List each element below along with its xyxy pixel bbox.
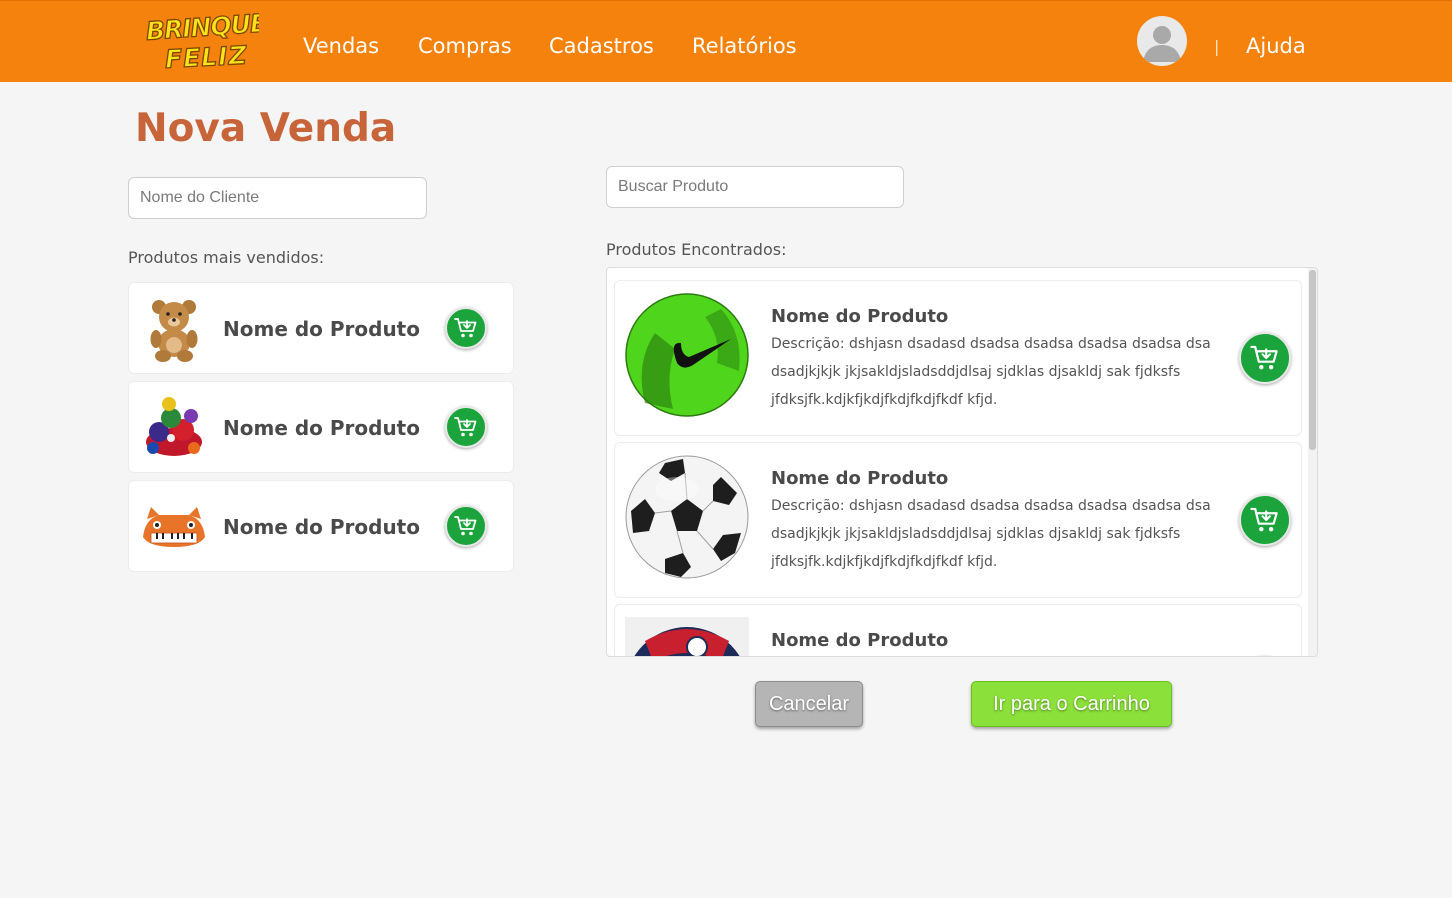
product-description: Descrição: dshjasn dsadasd dsadsa dsadsa… [771, 498, 1211, 570]
cart-plus-icon [454, 318, 477, 338]
best-sellers-label: Produtos mais vendidos: [128, 248, 325, 267]
best-seller-card: Nome do Produto [128, 381, 514, 473]
teddy-bear-image [150, 300, 198, 362]
result-card: Nome do Produto Descrição: dshjasn dsada… [614, 280, 1302, 436]
results-label: Produtos Encontrados: [606, 240, 787, 259]
cart-plus-icon [454, 516, 477, 536]
product-name: Nome do Produto [771, 306, 949, 327]
go-to-cart-button[interactable]: Ir para o Carrinho [971, 681, 1172, 727]
product-search-input[interactable] [606, 166, 904, 208]
cart-plus-icon [454, 417, 477, 437]
product-description: Descrição: dshjasn dsadasd dsadsa dsadsa… [771, 336, 1211, 408]
result-card: Nome do Produto Descrição: dshjasn dsada… [614, 442, 1302, 598]
cart-plus-icon [1250, 345, 1278, 370]
page-title: Nova Venda [135, 106, 397, 151]
nav-relatorios[interactable]: Relatórios [692, 34, 797, 58]
nav-compras[interactable]: Compras [418, 34, 512, 58]
product-name: Nome do Produto [223, 515, 420, 539]
svg-text:FELIZ: FELIZ [164, 41, 248, 73]
header-separator: | [1214, 37, 1220, 56]
results-list[interactable]: Nome do Produto Descrição: dshjasn dsada… [606, 267, 1318, 657]
cart-plus-icon [1250, 507, 1278, 532]
add-to-cart-button[interactable] [1239, 656, 1291, 657]
psg-ball-image [625, 617, 749, 656]
cat-piano-toy-image [143, 507, 205, 547]
client-name-input[interactable] [128, 177, 427, 219]
product-name: Nome do Produto [223, 416, 420, 440]
best-seller-card: Nome do Produto [128, 282, 514, 374]
scrollbar-thumb[interactable] [1309, 270, 1316, 450]
add-to-cart-button[interactable] [445, 406, 487, 448]
nav-vendas[interactable]: Vendas [303, 34, 379, 58]
result-card: Nome do Produto [614, 604, 1302, 657]
add-to-cart-button[interactable] [1239, 332, 1291, 384]
add-to-cart-button[interactable] [445, 505, 487, 547]
plush-toy-pile-image [146, 397, 202, 456]
green-nike-ball-image [625, 293, 749, 417]
add-to-cart-button[interactable] [1239, 494, 1291, 546]
classic-soccer-ball-image [625, 455, 749, 579]
brinque-feliz-logo[interactable]: BRINQUE FELIZ [143, 9, 259, 73]
cancel-button[interactable]: Cancelar [755, 681, 863, 727]
product-name: Nome do Produto [771, 468, 949, 489]
results-scrollbar[interactable] [1308, 268, 1317, 656]
nav-cadastros[interactable]: Cadastros [549, 34, 654, 58]
top-navigation-bar: BRINQUE FELIZ Vendas Compras Cadastros R… [0, 0, 1452, 82]
product-name: Nome do Produto [223, 317, 420, 341]
user-avatar-icon[interactable] [1137, 16, 1187, 66]
product-name: Nome do Produto [771, 630, 949, 651]
add-to-cart-button[interactable] [445, 307, 487, 349]
help-link[interactable]: Ajuda [1246, 34, 1306, 58]
best-seller-card: Nome do Produto [128, 480, 514, 572]
